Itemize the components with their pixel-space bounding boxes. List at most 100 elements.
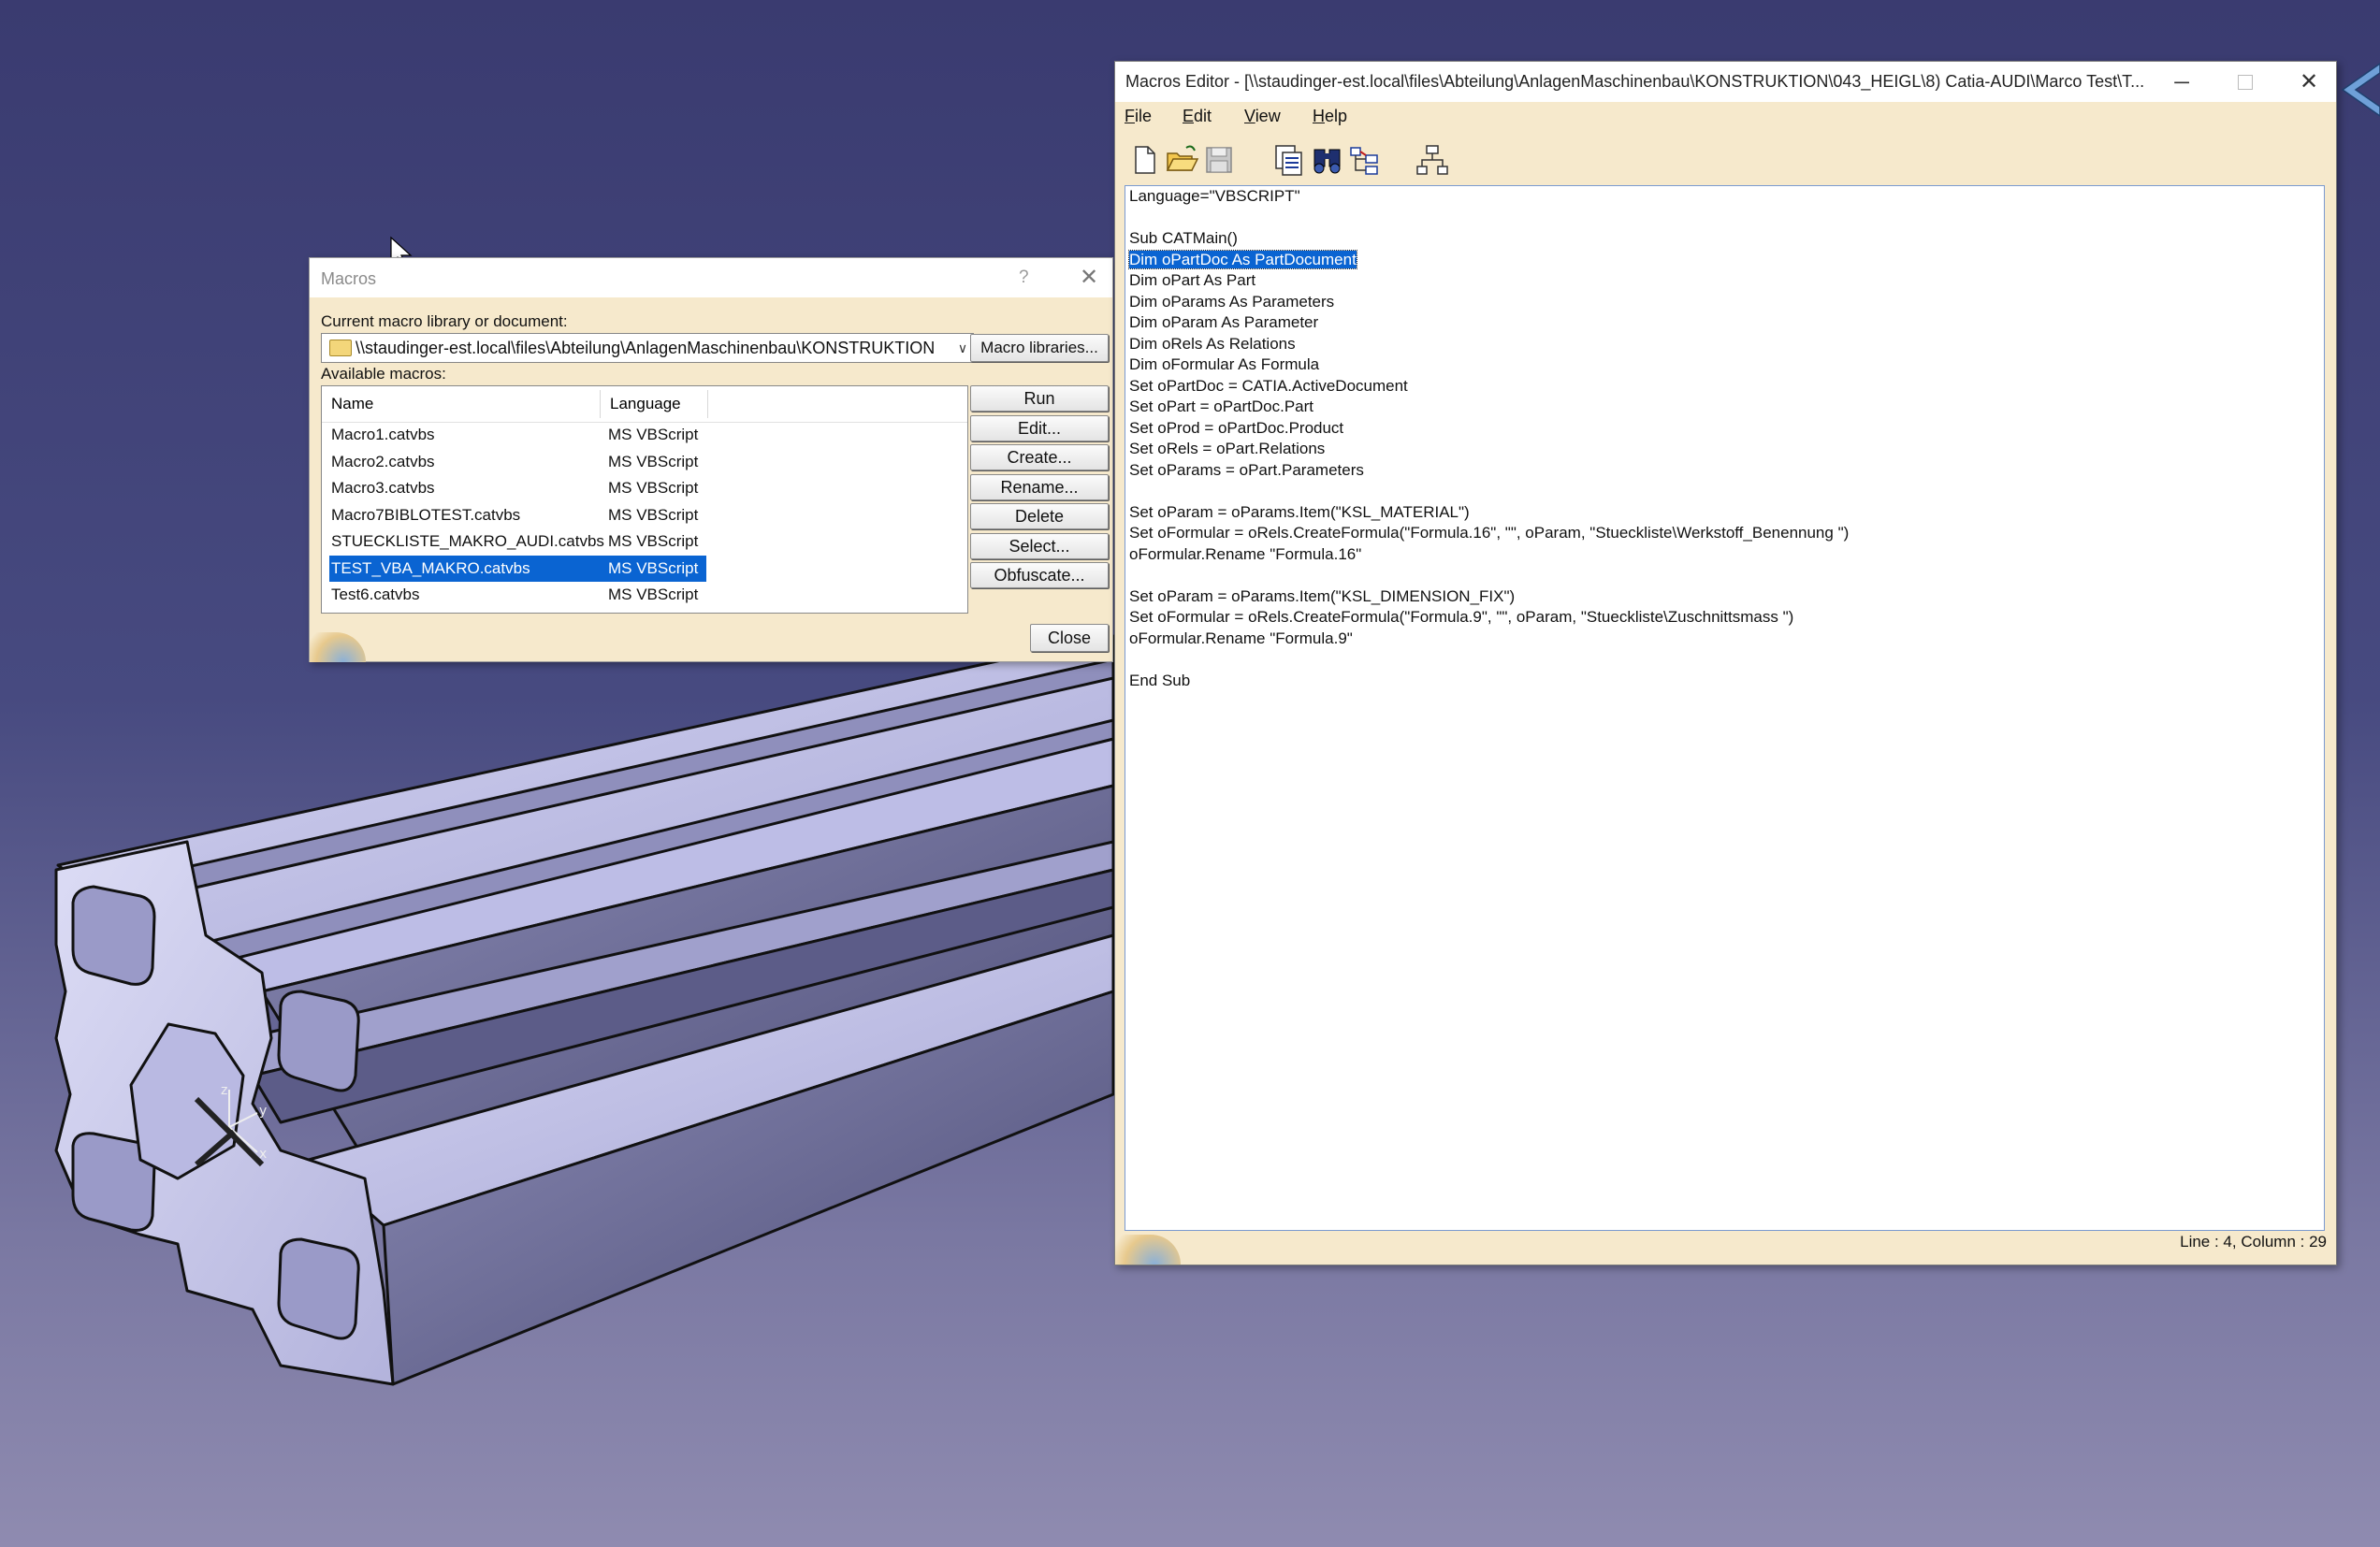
macro-name: Macro2.catvbs	[331, 452, 435, 470]
run-button[interactable]: Run	[970, 385, 1109, 412]
code-text: Set oPartDoc = CATIA.ActiveDocument	[1129, 376, 1408, 395]
macro-name: Macro7BIBLOTEST.catvbs	[331, 505, 521, 524]
code-editor[interactable]: Language="VBSCRIPT" Sub CATMain() Dim oPar…	[1125, 185, 2325, 1231]
code-text: Set oParam = oParams.Item("KSL_MATERIAL"…	[1129, 502, 1470, 521]
macro-name: Test6.catvbs	[331, 586, 420, 603]
svg-text:y: y	[259, 1104, 267, 1119]
code-line: Dim oPartDoc As PartDocument	[1128, 249, 2317, 271]
macro-language: MS VBScript	[608, 532, 699, 550]
create-button[interactable]: Create...	[970, 444, 1109, 470]
code-text: Dim oPartDoc As PartDocument	[1128, 249, 1357, 269]
column-header-name[interactable]: Name	[331, 395, 373, 413]
aluminium-profile-model	[54, 634, 1115, 1386]
code-line: Set oParams = oPart.Parameters	[1129, 460, 2317, 482]
library-select[interactable]: \\staudinger-est.local\files\Abteilung\A…	[321, 333, 974, 363]
delete-button[interactable]: Delete	[970, 503, 1109, 529]
code-text: oFormular.Rename "Formula.16"	[1129, 544, 1362, 563]
code-text: Set oProd = oPartDoc.Product	[1129, 418, 1344, 437]
macro-language: MS VBScript	[608, 558, 699, 577]
minimize-icon[interactable]: ─	[2159, 62, 2204, 102]
macro-name: Macro3.catvbs	[331, 479, 435, 497]
maximize-icon[interactable]	[2223, 62, 2268, 102]
list-item[interactable]: Macro3.catvbs MS VBScript	[329, 475, 706, 501]
menu-file[interactable]: File	[1125, 107, 1152, 126]
code-text: Set oPart = oPartDoc.Part	[1129, 398, 1314, 415]
code-line: Dim oRels As Relations	[1129, 334, 2317, 355]
list-item[interactable]: Test6.catvbs MS VBScript	[329, 582, 706, 608]
find-icon[interactable]	[1310, 142, 1345, 178]
code-line: Set oParam = oParams.Item("KSL_MATERIAL"…	[1129, 502, 2317, 524]
code-line: Dim oFormular As Formula	[1129, 354, 2317, 376]
select-button[interactable]: Select...	[970, 533, 1109, 559]
code-text: Set oParams = oPart.Parameters	[1129, 460, 1364, 479]
macro-language: MS VBScript	[608, 426, 699, 443]
code-line: Dim oPart As Part	[1129, 270, 2317, 292]
tree-view-icon[interactable]	[1415, 142, 1450, 178]
svg-text:z: z	[221, 1083, 227, 1098]
dialog-corner-logo	[310, 632, 366, 662]
rename-button[interactable]: Rename...	[970, 474, 1109, 500]
code-line: oFormular.Rename "Formula.9"	[1129, 629, 2317, 650]
editor-titlebar[interactable]: Macros Editor - [\\staudinger-est.local\…	[1115, 62, 2336, 102]
toolbar	[1115, 137, 2336, 185]
code-text: Set oFormular = oRels.CreateFormula("For…	[1129, 524, 1850, 542]
code-line: Set oFormular = oRels.CreateFormula("For…	[1129, 607, 2317, 629]
list-item[interactable]: Macro1.catvbs MS VBScript	[329, 422, 706, 448]
code-line: Set oParam = oParams.Item("KSL_DIMENSION…	[1129, 586, 2317, 608]
code-text: Set oParam = oParams.Item("KSL_DIMENSION…	[1129, 586, 1516, 605]
menu-bar: File Edit View Help	[1115, 102, 2336, 130]
code-line: Set oFormular = oRels.CreateFormula("For…	[1129, 523, 2317, 544]
library-label: Current macro library or document:	[321, 312, 568, 330]
close-icon[interactable]: ✕	[1080, 264, 1098, 291]
open-folder-icon[interactable]	[1164, 142, 1199, 178]
code-text: Sub CATMain()	[1129, 229, 1238, 247]
copy-code-icon[interactable]	[1270, 142, 1306, 178]
new-file-icon[interactable]	[1126, 142, 1162, 178]
macro-language: MS VBScript	[608, 452, 699, 470]
object-browser-icon[interactable]	[1347, 142, 1383, 178]
menu-view[interactable]: View	[1244, 107, 1281, 126]
list-header: Name Language	[322, 386, 967, 423]
library-select-value: \\staudinger-est.local\files\Abteilung\A…	[356, 339, 936, 357]
column-header-language[interactable]: Language	[610, 395, 681, 413]
available-macros-label: Available macros:	[321, 365, 446, 383]
menu-help[interactable]: Help	[1313, 107, 1347, 126]
code-line: Set oPart = oPartDoc.Part	[1129, 397, 2317, 418]
list-item[interactable]: STUECKLISTE_MAKRO_AUDI.catvbs MS VBScript	[329, 528, 706, 555]
code-text: Dim oParams As Parameters	[1129, 292, 1335, 311]
list-item[interactable]: Macro7BIBLOTEST.catvbs MS VBScript	[329, 502, 706, 528]
code-text: End Sub	[1129, 671, 1191, 689]
list-item[interactable]: Macro2.catvbs MS VBScript	[329, 449, 706, 475]
code-line: Dim oParam As Parameter	[1129, 312, 2317, 334]
folder-icon	[329, 340, 352, 356]
list-item[interactable]: TEST_VBA_MAKRO.catvbs MS VBScript	[329, 555, 706, 582]
code-text: Language="VBSCRIPT"	[1129, 187, 1300, 205]
macros-dialog-titlebar[interactable]: Macros ? ✕	[310, 258, 1112, 297]
code-line: oFormular.Rename "Formula.16"	[1129, 544, 2317, 566]
code-line: Language="VBSCRIPT"	[1129, 186, 2317, 208]
code-text: Dim oFormular As Formula	[1129, 355, 1320, 373]
compass-arrow-icon[interactable]	[2341, 63, 2380, 117]
help-button[interactable]: ?	[1019, 267, 1029, 288]
obfuscate-button[interactable]: Obfuscate...	[970, 562, 1109, 588]
close-icon[interactable]: ✕	[2286, 62, 2331, 102]
macro-libraries-button[interactable]: Macro libraries...	[970, 334, 1109, 362]
macro-name: Macro1.catvbs	[331, 426, 435, 443]
macro-name: STUECKLISTE_MAKRO_AUDI.catvbs	[331, 532, 604, 550]
macro-language: MS VBScript	[608, 586, 699, 603]
macros-editor-window: Macros Editor - [\\staudinger-est.local\…	[1114, 61, 2337, 1265]
edit-button[interactable]: Edit...	[970, 415, 1109, 441]
status-bar-position: Line : 4, Column : 29	[2180, 1233, 2327, 1251]
code-text: oFormular.Rename "Formula.9"	[1129, 629, 1353, 647]
code-line: Set oRels = oPart.Relations	[1129, 439, 2317, 460]
macro-name: TEST_VBA_MAKRO.catvbs	[331, 558, 530, 577]
save-icon[interactable]	[1201, 142, 1237, 178]
code-line: Dim oParams As Parameters	[1129, 292, 2317, 313]
code-line: Sub CATMain()	[1129, 228, 2317, 250]
menu-edit[interactable]: Edit	[1183, 107, 1212, 126]
code-text: Dim oRels As Relations	[1129, 334, 1296, 353]
close-button[interactable]: Close	[1030, 624, 1109, 652]
macro-list[interactable]: Name Language Macro1.catvbs MS VBScript Ma…	[321, 385, 968, 614]
